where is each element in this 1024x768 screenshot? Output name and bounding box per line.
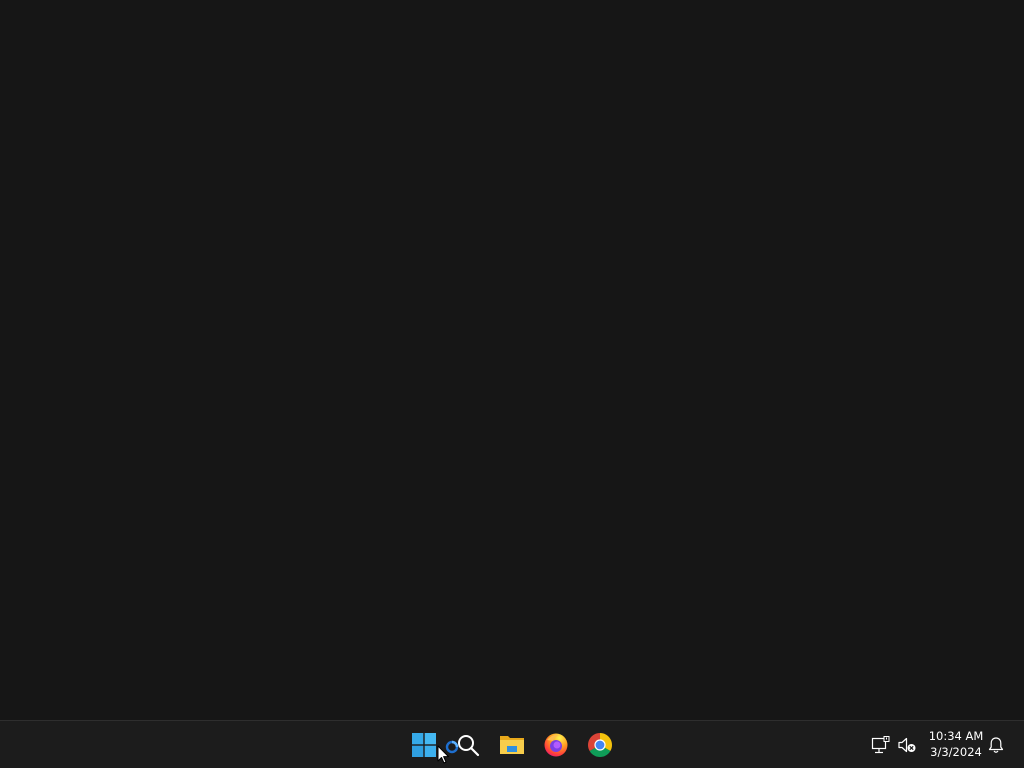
search-icon	[458, 735, 480, 757]
windows-logo-icon	[412, 733, 436, 757]
network-disconnected-icon	[871, 736, 890, 754]
start-button[interactable]	[404, 725, 444, 765]
clock-time: 10:34 AM	[928, 729, 984, 743]
chrome-button[interactable]	[580, 725, 620, 765]
clock[interactable]: 10:34 AM 3/3/2024	[924, 728, 988, 760]
desktop[interactable]	[0, 0, 1024, 720]
bell-icon	[988, 737, 1004, 753]
volume-button[interactable]	[896, 735, 918, 755]
volume-muted-icon	[898, 737, 916, 753]
clock-date: 3/3/2024	[930, 745, 982, 759]
firefox-icon	[544, 733, 568, 757]
taskbar: 10:34 AM 3/3/2024	[0, 720, 1024, 768]
notifications-button[interactable]	[985, 735, 1007, 755]
firefox-button[interactable]	[536, 725, 576, 765]
folder-icon	[500, 736, 524, 754]
network-status-button[interactable]	[870, 735, 892, 755]
file-explorer-button[interactable]	[492, 725, 532, 765]
busy-spinner-icon	[445, 740, 459, 754]
chrome-icon	[588, 733, 612, 757]
